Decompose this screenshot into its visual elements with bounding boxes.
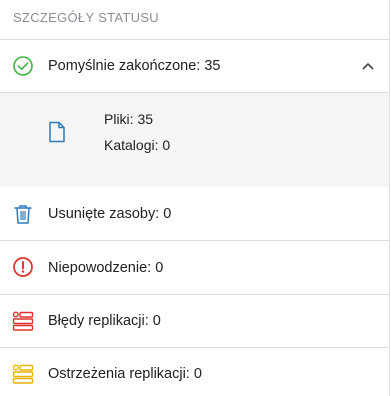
status-replication-errors-label: Błędy replikacji: 0 (48, 313, 161, 329)
status-success-label: Pomyślnie zakończone: 35 (48, 58, 221, 74)
status-failure-row[interactable]: Niepowodzenie: 0 (0, 241, 389, 294)
trash-icon (14, 205, 32, 224)
status-replication-warnings-label: Ostrzeżenia replikacji: 0 (48, 366, 202, 382)
status-replication-errors-row[interactable]: Błędy replikacji: 0 (0, 295, 389, 347)
success-details: Pliki: 35 Katalogi: 0 (0, 93, 389, 187)
status-deleted-row[interactable]: Usunięte zasoby: 0 (0, 188, 389, 240)
status-details-panel: SZCZEGÓŁY STATUSU Pomyślnie zakończone: … (0, 0, 390, 396)
check-circle-icon (13, 56, 33, 76)
files-count: Pliki: 35 (104, 111, 154, 127)
status-failure-label: Niepowodzenie: 0 (48, 260, 164, 276)
file-icon (49, 121, 65, 143)
status-deleted-label: Usunięte zasoby: 0 (48, 206, 172, 222)
replication-error-icon (12, 311, 34, 331)
error-circle-icon (13, 257, 33, 277)
chevron-up-icon[interactable] (361, 59, 375, 73)
status-replication-warnings-row[interactable]: Ostrzeżenia replikacji: 0 (0, 348, 389, 396)
status-success-row[interactable]: Pomyślnie zakończone: 35 (0, 40, 389, 92)
folders-count: Katalogi: 0 (104, 137, 171, 153)
section-title: SZCZEGÓŁY STATUSU (13, 10, 159, 25)
replication-warning-icon (12, 364, 34, 384)
